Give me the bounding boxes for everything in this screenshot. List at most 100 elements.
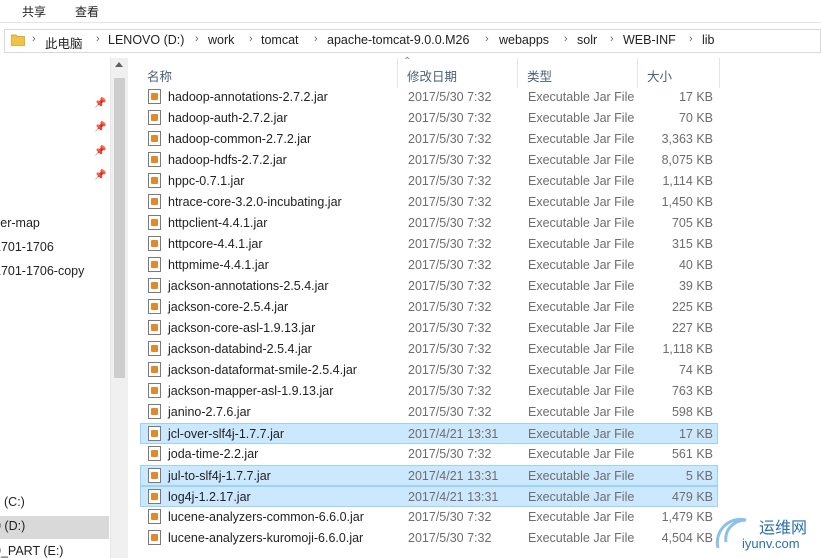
breadcrumb-drive[interactable]: LENOVO (D:)	[108, 33, 184, 47]
breadcrumb-separator-icon[interactable]: ›	[610, 33, 614, 45]
nav-item-1701-1706[interactable]: 1701-1706	[0, 240, 54, 254]
file-size: 227 KB	[671, 321, 713, 335]
file-row[interactable]: lucene-analyzers-common-6.6.0.jar 2017/5/…	[141, 507, 717, 528]
file-name: hadoop-common-2.7.2.jar	[168, 132, 312, 146]
nav-scrollbar[interactable]	[110, 58, 128, 558]
file-row[interactable]: jackson-mapper-asl-1.9.13.jar 2017/5/30 7…	[141, 381, 717, 402]
breadcrumb-solr[interactable]: solr	[577, 33, 597, 47]
file-date: 2017/5/30 7:32	[408, 384, 492, 398]
file-name: jackson-databind-2.5.4.jar	[168, 342, 312, 356]
file-size: 4,504 KB	[661, 531, 713, 545]
file-name: lucene-analyzers-kuromoji-6.6.0.jar	[168, 531, 364, 545]
jar-file-icon	[148, 236, 161, 251]
file-name: lucene-analyzers-common-6.6.0.jar	[168, 510, 364, 524]
breadcrumb-separator-icon[interactable]: ›	[314, 33, 318, 45]
file-row[interactable]: hadoop-hdfs-2.7.2.jar 2017/5/30 7:32 Execu…	[141, 150, 717, 171]
breadcrumb-separator-icon[interactable]: ›	[564, 33, 568, 45]
file-size: 1,114 KB	[662, 174, 713, 188]
file-row[interactable]: hadoop-auth-2.7.2.jar 2017/5/30 7:32 Execu…	[141, 108, 717, 129]
breadcrumb-web-inf[interactable]: WEB-INF	[623, 33, 676, 47]
jar-file-icon	[148, 110, 161, 125]
file-row[interactable]: janino-2.7.6.jar 2017/5/30 7:32 Executable…	[141, 402, 717, 423]
pin-icon[interactable]: 📌	[94, 122, 106, 133]
breadcrumb-separator-icon[interactable]: ›	[195, 33, 199, 45]
column-name[interactable]: 名称	[137, 58, 398, 88]
tab-share[interactable]: 共享	[22, 3, 46, 20]
nav-item-drive-c[interactable]: (C:)	[4, 495, 25, 509]
file-row[interactable]: joda-time-2.2.jar 2017/5/30 7:32 Executabl…	[141, 444, 717, 465]
file-row[interactable]: lucene-analyzers-kuromoji-6.6.0.jar 2017/…	[141, 528, 717, 549]
file-row[interactable]: hppc-0.7.1.jar 2017/5/30 7:32 Executable J…	[141, 171, 717, 192]
scroll-up-icon[interactable]	[115, 62, 123, 67]
file-row[interactable]: jackson-dataformat-smile-2.5.4.jar 2017/5…	[141, 360, 717, 381]
file-type: Executable Jar File	[528, 132, 635, 146]
pin-icon[interactable]: 📌	[94, 98, 106, 109]
column-type[interactable]: 类型	[517, 58, 638, 88]
jar-file-icon	[148, 426, 161, 441]
file-row[interactable]: httpclient-4.4.1.jar 2017/5/30 7:32 Execut…	[141, 213, 717, 234]
nav-item-1701-1706-copy[interactable]: 1701-1706-copy	[0, 264, 84, 278]
file-size: 1,479 KB	[661, 510, 713, 524]
breadcrumb-lib[interactable]: lib	[702, 33, 715, 47]
breadcrumb-separator-icon[interactable]: ›	[32, 33, 36, 45]
file-type: Executable Jar File	[528, 447, 635, 461]
jar-file-icon	[148, 446, 161, 461]
file-row[interactable]: jul-to-slf4j-1.7.7.jar 2017/4/21 13:31 Exe…	[140, 465, 718, 486]
file-row[interactable]: hadoop-common-2.7.2.jar 2017/5/30 7:32 Exe…	[141, 129, 717, 150]
file-size: 40 KB	[678, 258, 713, 272]
file-date: 2017/4/21 13:31	[408, 469, 499, 483]
nav-item-drive-d[interactable]: 0 (D:)	[0, 519, 25, 533]
breadcrumb-apache-tomcat[interactable]: apache-tomcat-9.0.0.M26	[327, 33, 469, 47]
file-row[interactable]: log4j-1.2.17.jar 2017/4/21 13:31 Executabl…	[140, 486, 718, 507]
pin-icon[interactable]: 📌	[94, 146, 106, 157]
watermark-domain: iyunv.com	[742, 536, 800, 551]
file-row[interactable]: jackson-databind-2.5.4.jar 2017/5/30 7:32…	[141, 339, 717, 360]
jar-file-icon	[148, 299, 161, 314]
file-type: Executable Jar File	[528, 258, 635, 272]
file-row[interactable]: httpmime-4.4.1.jar 2017/5/30 7:32 Executab…	[141, 255, 717, 276]
file-row[interactable]: httpcore-4.4.1.jar 2017/5/30 7:32 Executab…	[141, 234, 717, 255]
breadcrumb-separator-icon[interactable]: ›	[249, 33, 253, 45]
column-date[interactable]: 修改日期	[397, 58, 518, 88]
breadcrumb-separator-icon[interactable]: ›	[689, 33, 693, 45]
file-name: httpcore-4.4.1.jar	[168, 237, 263, 251]
breadcrumb-separator-icon[interactable]: ›	[96, 33, 100, 45]
watermark-logo: 运维网 iyunv.com	[712, 510, 820, 556]
file-type: Executable Jar File	[528, 90, 635, 104]
jar-file-icon	[148, 152, 161, 167]
column-size[interactable]: 大小	[637, 58, 720, 88]
file-type: Executable Jar File	[528, 469, 635, 483]
file-row[interactable]: jackson-annotations-2.5.4.jar 2017/5/30 7…	[141, 276, 717, 297]
file-date: 2017/5/30 7:32	[408, 447, 492, 461]
file-row[interactable]: jackson-core-2.5.4.jar 2017/5/30 7:32 Exec…	[141, 297, 717, 318]
breadcrumb-this-pc[interactable]: 此电脑	[45, 33, 83, 52]
nav-item-drive-e[interactable]: 0_PART (E:)	[0, 544, 63, 558]
file-name: jcl-over-slf4j-1.7.7.jar	[168, 427, 285, 441]
file-type: Executable Jar File	[528, 237, 635, 251]
file-type: Executable Jar File	[528, 321, 635, 335]
nav-item-ver-map[interactable]: ver-map	[0, 216, 40, 230]
tab-view[interactable]: 查看	[75, 3, 99, 20]
file-date: 2017/5/30 7:32	[408, 153, 492, 167]
address-bar[interactable]: › 此电脑 › LENOVO (D:) › work › tomcat › ap…	[4, 29, 821, 53]
file-date: 2017/4/21 13:31	[408, 490, 499, 504]
file-name: htrace-core-3.2.0-incubating.jar	[168, 195, 342, 209]
file-row[interactable]: htrace-core-3.2.0-incubating.jar 2017/5/3…	[141, 192, 717, 213]
watermark-text: 运维网	[759, 520, 808, 537]
breadcrumb-work[interactable]: work	[208, 33, 234, 47]
file-row[interactable]: jcl-over-slf4j-1.7.7.jar 2017/4/21 13:31 E…	[140, 423, 718, 444]
pin-icon[interactable]: 📌	[94, 170, 106, 181]
file-size: 74 KB	[678, 363, 713, 377]
file-row[interactable]: hadoop-annotations-2.7.2.jar 2017/5/30 7:…	[141, 87, 717, 108]
file-name: jackson-dataformat-smile-2.5.4.jar	[168, 363, 357, 377]
jar-file-icon	[148, 173, 161, 188]
scrollbar-thumb[interactable]	[114, 78, 125, 378]
file-size: 17 KB	[678, 427, 713, 441]
breadcrumb-webapps[interactable]: webapps	[499, 33, 549, 47]
breadcrumb-separator-icon[interactable]: ›	[485, 33, 489, 45]
file-row[interactable]: jackson-core-asl-1.9.13.jar 2017/5/30 7:3…	[141, 318, 717, 339]
breadcrumb-tomcat[interactable]: tomcat	[261, 33, 299, 47]
file-size: 763 KB	[671, 384, 713, 398]
file-name: jackson-core-asl-1.9.13.jar	[168, 321, 316, 335]
file-date: 2017/5/30 7:32	[408, 531, 492, 545]
